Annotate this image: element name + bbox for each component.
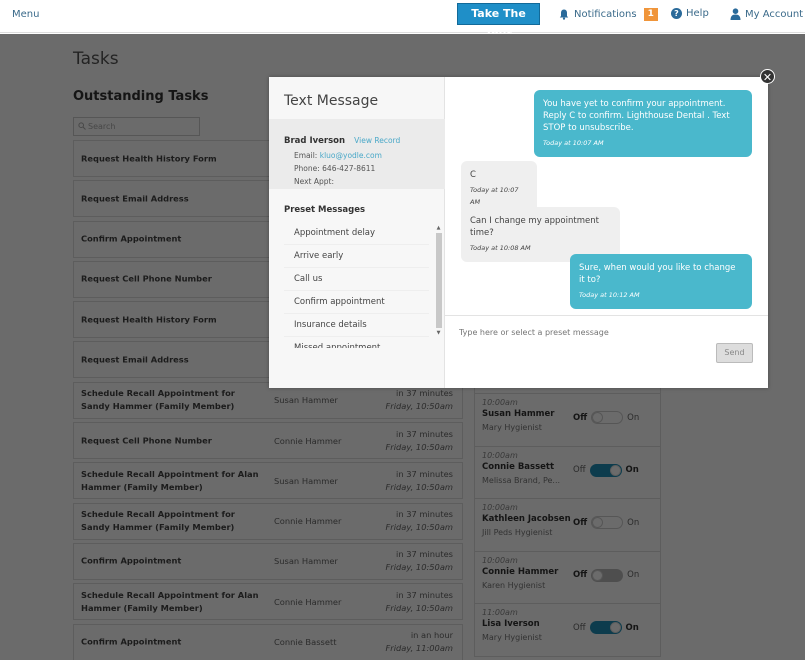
phone-value: 646-427-8611	[322, 164, 376, 173]
email-label: Email:	[294, 151, 318, 160]
preset-scrollbar[interactable]: ▲ ▼	[435, 224, 442, 346]
conversation-panel: You have yet to confirm your appointment…	[445, 77, 768, 388]
top-nav: Menu Take The Tour Notifications 1 ? Hel…	[0, 0, 805, 40]
message-input[interactable]	[459, 328, 739, 337]
scroll-thumb[interactable]	[435, 233, 442, 328]
preset-message-item[interactable]: Call us	[284, 268, 429, 291]
send-button[interactable]: Send	[716, 343, 753, 363]
help-label: Help	[686, 8, 709, 19]
contact-card: Brad Iverson View Record Email: kluo@yod…	[269, 119, 445, 189]
preset-message-item[interactable]: Insurance details	[284, 314, 429, 337]
text-message-modal: Text Message Brad Iverson View Record Em…	[269, 77, 768, 388]
message-timestamp: Today at 10:07 AM	[543, 139, 604, 147]
preset-messages-list: Appointment delay Arrive early Call us Conf…	[284, 222, 429, 348]
next-appt-label: Next Appt:	[294, 177, 334, 186]
contact-email: Email: kluo@yodle.com	[294, 151, 430, 160]
modal-title: Text Message	[284, 93, 379, 109]
help-icon: ?	[671, 8, 682, 19]
user-icon	[729, 8, 741, 20]
preset-message-item[interactable]: Arrive early	[284, 245, 429, 268]
preset-messages-title: Preset Messages	[284, 205, 366, 215]
message-timestamp: Today at 10:07 AM	[470, 186, 519, 206]
notifications-link[interactable]: Notifications 1	[558, 8, 658, 21]
bell-icon	[558, 9, 570, 21]
my-account-link[interactable]: My Account	[729, 8, 803, 20]
preset-message-item[interactable]: Missed appointment	[284, 337, 429, 348]
preset-message-item[interactable]: Appointment delay	[284, 222, 429, 245]
email-link[interactable]: kluo@yodle.com	[320, 151, 382, 160]
message-bubble-outgoing: You have yet to confirm your appointment…	[534, 90, 752, 157]
take-tour-button[interactable]: Take The Tour	[457, 3, 540, 40]
notifications-badge: 1	[643, 8, 658, 21]
close-modal-icon[interactable]: ✕	[760, 69, 775, 84]
scroll-up-icon[interactable]: ▲	[435, 224, 442, 232]
preset-message-item[interactable]: Confirm appointment	[284, 291, 429, 314]
contact-name: Brad Iverson	[284, 136, 346, 146]
contact-next-appt: Next Appt:	[294, 177, 430, 186]
my-account-label: My Account	[745, 8, 804, 20]
phone-label: Phone:	[294, 164, 320, 173]
message-bubble-outgoing: Sure, when would you like to change it t…	[570, 254, 752, 309]
message-text: Can I change my appointment time?	[470, 216, 599, 238]
contact-phone: Phone: 646-427-8611	[294, 164, 430, 173]
notifications-label: Notifications	[574, 9, 637, 20]
modal-sidebar: Text Message Brad Iverson View Record Em…	[269, 77, 445, 388]
menu-link[interactable]: Menu	[12, 9, 39, 20]
message-text: C	[470, 170, 476, 180]
message-text: Sure, when would you like to change it t…	[579, 263, 736, 285]
message-timestamp: Today at 10:08 AM	[470, 244, 531, 252]
message-text: You have yet to confirm your appointment…	[543, 99, 730, 133]
scroll-down-icon[interactable]: ▼	[435, 329, 442, 337]
message-timestamp: Today at 10:12 AM	[579, 291, 640, 299]
help-link[interactable]: ? Help	[671, 8, 709, 19]
compose-area: Send	[445, 315, 768, 388]
view-record-link[interactable]: View Record	[354, 136, 400, 145]
